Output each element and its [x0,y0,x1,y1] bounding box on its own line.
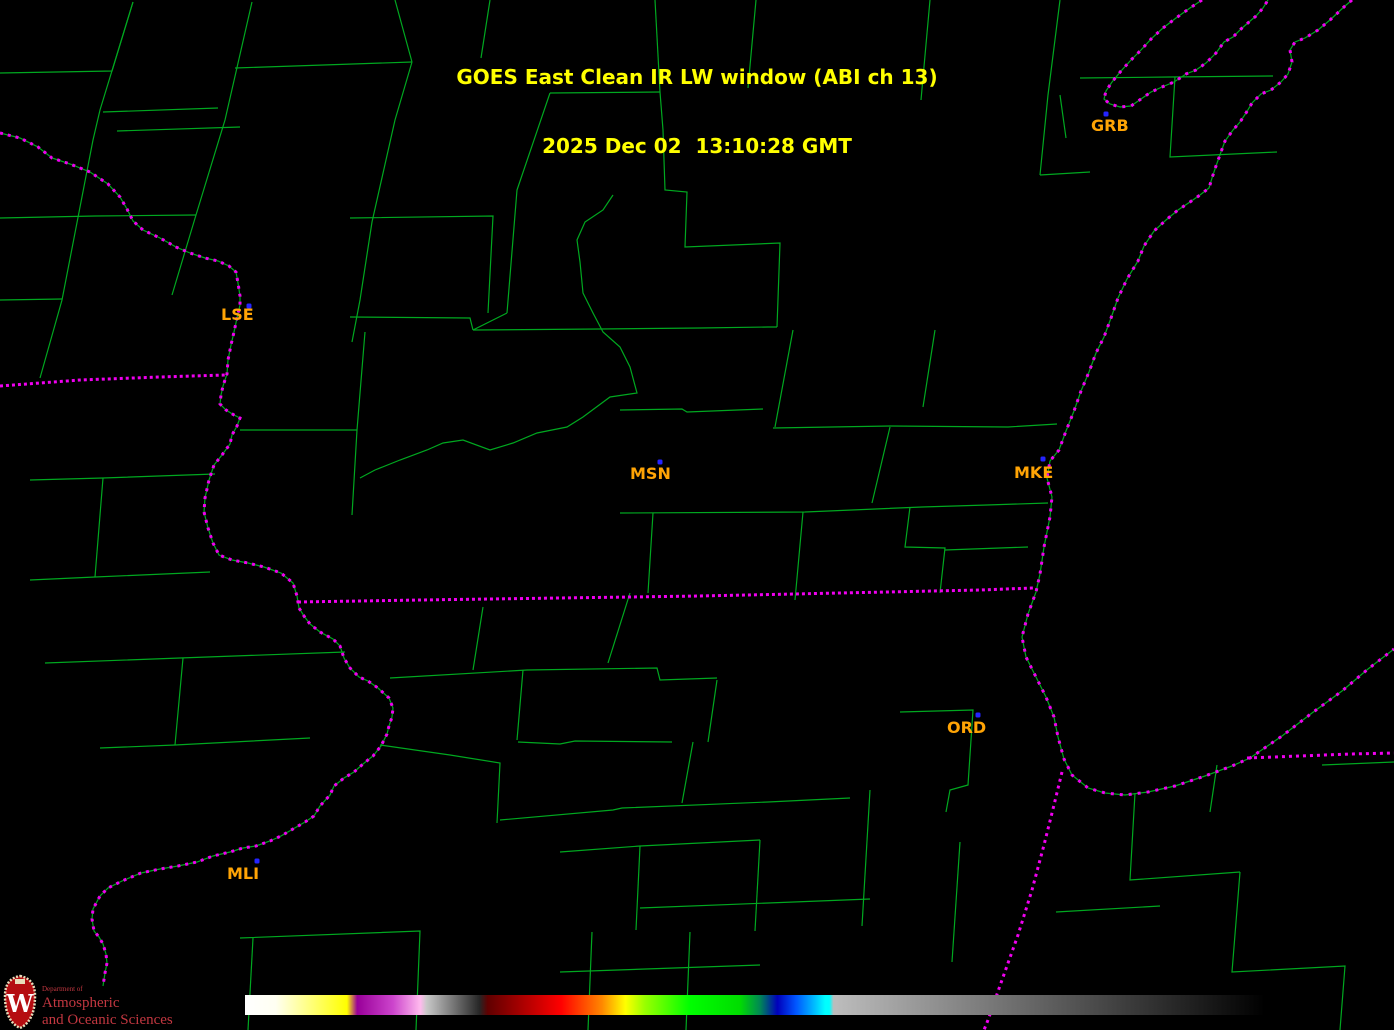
county-boundary-line [620,409,763,412]
county-boundary-line [95,478,103,577]
county-boundary-line [620,503,1048,513]
uw-aos-logo: W Department of Atmospheric and Oceanic … [3,974,173,1030]
county-boundary-line [352,332,365,515]
county-boundary-line [30,572,210,580]
county-boundary-line [473,607,483,670]
county-boundary-line [773,424,1057,428]
station-MLI: MLI [227,859,260,884]
county-boundary-line [45,652,345,663]
station-label-MKE: MKE [1014,463,1053,482]
mississippi-river-border [0,133,393,986]
county-boundary-line [350,216,493,313]
county-boundary-line [518,741,672,744]
county-boundary-line [708,680,717,742]
county-boundary-line [872,427,890,503]
satellite-image-display: GRBLSEMSNMKEORDMLI GOES East Clean IR LW… [0,0,1394,1030]
logo-line1: Atmospheric [42,996,173,1011]
station-marker-ORD [976,713,981,718]
county-boundary-line [1130,793,1240,880]
county-boundary-line [682,742,693,803]
county-boundary-line [0,215,196,218]
station-LSE: LSE [221,304,254,325]
mississippi-river-border-underlay [0,133,393,986]
county-boundary-line [0,299,62,300]
county-boundary-line [390,668,717,680]
county-boundary-line [473,313,507,330]
station-label-MLI: MLI [227,864,259,883]
svg-text:W: W [6,989,35,1018]
county-boundary-line [945,547,1028,550]
county-boundary-line [588,932,592,1030]
county-boundary-line [952,842,960,962]
county-boundary-line [608,593,630,663]
county-boundary-line [648,513,653,593]
county-boundary-line [636,846,640,930]
county-boundary-line [248,938,253,1030]
uw-crest-icon: W [3,974,37,1030]
county-boundary-line [240,931,420,1030]
image-title-line1: GOES East Clean IR LW window (ABI ch 13) [0,66,1394,89]
county-boundary-line [175,658,183,745]
county-boundary-line [795,512,803,600]
logo-dept-label: Department of [42,986,173,993]
county-boundary-line [100,738,310,748]
ir-temperature-colorbar [245,995,1265,1015]
station-label-ORD: ORD [947,718,986,737]
county-boundary-line [862,790,870,926]
county-boundary-line [30,474,215,480]
county-boundary-line [500,798,850,820]
county-boundary-line [473,327,777,330]
station-MSN: MSN [630,460,671,484]
county-boundary-line [686,932,690,1030]
county-boundary-line [560,840,760,852]
county-boundary-line [775,330,793,427]
county-boundary-line [380,745,500,823]
station-marker-MLI [255,859,260,864]
county-boundary-line [1056,906,1160,912]
station-ORD: ORD [947,713,986,738]
station-MKE: MKE [1014,457,1053,483]
county-boundary-line [1322,762,1394,765]
station-marker-MKE [1041,457,1046,462]
wi-il-border [298,588,1033,602]
county-boundary-line [640,899,870,908]
image-title-line2: 2025 Dec 02 13:10:28 GMT [0,135,1394,158]
county-boundary-line [755,840,760,931]
mn-ia-border [0,375,225,386]
il-in-border [984,772,1062,1030]
in-mi-border [1247,753,1394,758]
county-boundary-line [905,507,945,593]
county-boundary-line [350,317,473,330]
image-title: GOES East Clean IR LW window (ABI ch 13)… [0,20,1394,204]
county-boundary-line [517,670,523,740]
logo-line2: and Oceanic Sciences [42,1013,173,1028]
station-label-MSN: MSN [630,464,671,483]
county-boundary-line [360,195,637,478]
county-boundary-line [923,330,935,407]
station-label-LSE: LSE [221,305,254,324]
